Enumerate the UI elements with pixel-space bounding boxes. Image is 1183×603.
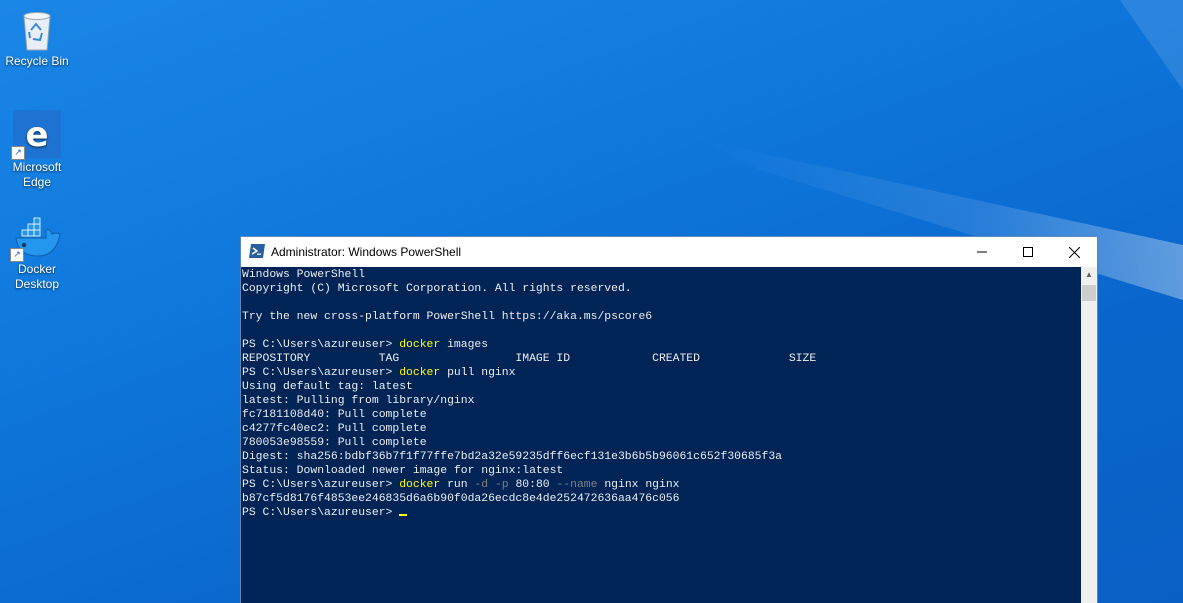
console-prompt: PS C:\Users\azureuser> [242,367,400,379]
desktop: Recycle Bin e ↗ Microsoft Edge ↗ Docker … [0,0,1183,603]
console-text: Using default tag: latest [242,381,413,393]
console-cursor [399,514,408,516]
console-arguments: run [440,479,475,491]
console-output-line: Digest: sha256:bdbf36b7f1f77ffe7bd2a32e5… [242,450,1081,464]
scroll-thumb[interactable] [1082,285,1096,301]
console-prompt: PS C:\Users\azureuser> [242,339,400,351]
console-text: latest: Pulling from library/nginx [242,395,475,407]
minimize-icon [977,251,987,253]
vertical-scrollbar[interactable]: ▲ [1081,267,1097,603]
console-text: REPOSITORY TAG IMAGE ID CREATED SIZE [242,353,817,365]
console-output-line: Copyright (C) Microsoft Corporation. All… [242,282,1081,296]
console-output-line: Windows PowerShell [242,268,1081,282]
desktop-icon-label: Microsoft Edge [12,160,62,189]
console-output[interactable]: Windows PowerShell Copyright (C) Microsof… [241,267,1081,603]
desktop-icon-label: Recycle Bin [5,54,69,68]
console-text: Status: Downloaded newer image for nginx… [242,465,564,477]
console-prompt: PS C:\Users\azureuser> [242,479,400,491]
console-arguments: 80:80 [508,479,557,491]
shortcut-arrow-icon: ↗ [10,248,24,262]
console-output-line: 780053e98559: Pull complete [242,436,1081,450]
console-output-line: Status: Downloaded newer image for nginx… [242,464,1081,478]
close-button[interactable] [1051,237,1097,267]
desktop-icon-docker-desktop[interactable]: ↗ Docker Desktop [2,212,72,292]
powershell-icon [249,244,265,258]
console-command: docker [399,479,441,491]
close-icon [1068,246,1080,258]
minimize-button[interactable] [959,237,1005,267]
console-command: docker [399,339,441,351]
console-arguments: images [440,339,489,351]
console-prompt-line: PS C:\Users\azureuser> docker images [242,338,1081,352]
powershell-window[interactable]: Administrator: Windows PowerShell Window… [240,236,1098,603]
docker-icon: ↗ [10,212,62,262]
svg-text:e: e [25,115,48,155]
recycle-bin-icon [17,8,57,52]
console-text: b87cf5d8176f4853ee246835d6a6b90f0da26ecd… [242,493,680,505]
console-text: Try the new cross-platform PowerShell ht… [242,311,653,323]
desktop-icon-microsoft-edge[interactable]: e ↗ Microsoft Edge [2,110,72,190]
console-output-line: Try the new cross-platform PowerShell ht… [242,310,1081,324]
console-command: docker [399,367,441,379]
scroll-up-icon[interactable]: ▲ [1081,267,1097,283]
maximize-icon [1023,247,1033,257]
console-text: fc7181108d40: Pull complete [242,409,427,421]
shortcut-arrow-icon: ↗ [11,146,25,160]
desktop-icon-recycle-bin[interactable]: Recycle Bin [2,8,72,69]
console-output-line: fc7181108d40: Pull complete [242,408,1081,422]
desktop-icon-label: Docker Desktop [14,262,60,291]
console-text: c4277fc40ec2: Pull complete [242,423,427,435]
console-output-line: c4277fc40ec2: Pull complete [242,422,1081,436]
console-arguments: pull nginx [440,367,516,379]
console-output-line: REPOSITORY TAG IMAGE ID CREATED SIZE [242,352,1081,366]
console-output-line: b87cf5d8176f4853ee246835d6a6b90f0da26ecd… [242,492,1081,506]
window-title: Administrator: Windows PowerShell [271,245,462,259]
window-titlebar[interactable]: Administrator: Windows PowerShell [241,237,1097,267]
edge-icon: e ↗ [11,110,61,160]
console-prompt-line: PS C:\Users\azureuser> docker pull nginx [242,366,1081,380]
console-parameter: -d -p [474,479,509,491]
console-text: Windows PowerShell [242,269,366,281]
console-output-line: latest: Pulling from library/nginx [242,394,1081,408]
console-prompt-line: PS C:\Users\azureuser> [242,506,1081,520]
console-text: Copyright (C) Microsoft Corporation. All… [242,283,632,295]
maximize-button[interactable] [1005,237,1051,267]
console-output-line: Using default tag: latest [242,380,1081,394]
console-prompt-line: PS C:\Users\azureuser> docker run -d -p … [242,478,1081,492]
console-text: 780053e98559: Pull complete [242,437,427,449]
console-arguments: nginx nginx [597,479,680,491]
console-parameter: --name [556,479,598,491]
console-text: Digest: sha256:bdbf36b7f1f77ffe7bd2a32e5… [242,451,783,463]
console-prompt: PS C:\Users\azureuser> [242,507,400,519]
